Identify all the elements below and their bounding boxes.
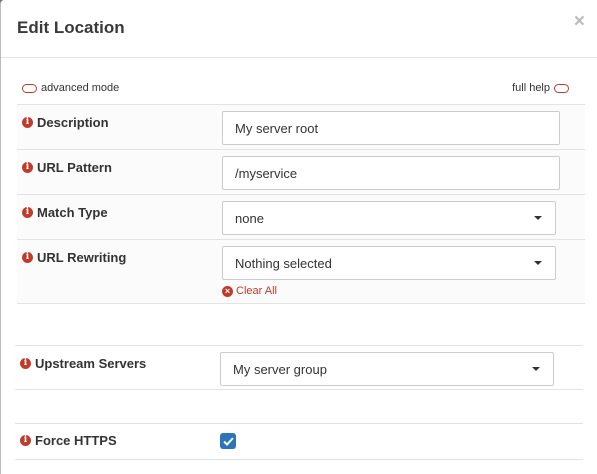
info-icon[interactable]: i [22,162,33,173]
modal-header: Edit Location × [1,0,597,58]
url-rewriting-select[interactable]: Nothing selected [222,246,556,280]
url-pattern-row: i URL Pattern /myservice [17,150,585,195]
x-circle-icon: × [222,285,233,297]
info-icon[interactable]: i [22,207,33,218]
caret-down-icon [534,216,542,220]
description-input[interactable]: My server root [222,111,560,145]
toggle-off-icon [22,83,37,93]
advanced-mode-label: advanced mode [41,82,120,94]
url-pattern-input[interactable]: /myservice [222,156,560,190]
upstream-servers-value: My server group [233,361,327,377]
url-rewriting-label: URL Rewriting [37,250,127,265]
match-type-label: Match Type [37,205,108,220]
description-row: i Description My server root [17,105,585,150]
force-https-row: i Force HTTPS [15,423,583,460]
info-icon[interactable]: i [20,358,31,369]
info-icon[interactable]: i [22,252,33,263]
info-icon[interactable]: i [20,435,31,446]
full-help-toggle[interactable]: full help [512,82,569,94]
edit-location-dialog: Edit Location × advanced mode full help … [0,0,597,474]
url-rewriting-value: Nothing selected [235,255,332,271]
advanced-mode-toggle[interactable]: advanced mode [22,82,119,94]
upstream-servers-label: Upstream Servers [35,356,147,371]
url-pattern-label-group: i URL Pattern [22,160,112,175]
description-label: Description [37,115,109,130]
full-help-label: full help [512,82,550,94]
caret-down-icon [534,261,542,265]
url-rewriting-label-group: i URL Rewriting [22,250,126,265]
form-table: advanced mode full help i Description My… [15,59,585,469]
upstream-servers-label-group: i Upstream Servers [20,356,146,371]
force-https-label: Force HTTPS [35,433,117,448]
upstream-servers-row: i Upstream Servers My server group [15,345,583,390]
match-type-value: none [235,210,264,226]
clear-all-link[interactable]: × Clear All [222,285,277,297]
force-https-checkbox[interactable] [220,433,236,449]
match-type-select[interactable]: none [222,201,556,235]
match-type-label-group: i Match Type [22,205,108,220]
force-https-label-group: i Force HTTPS [20,433,117,448]
modal-title: Edit Location [17,18,125,37]
match-type-row: i Match Type none [17,195,585,240]
close-icon[interactable]: × [574,12,585,31]
url-pattern-label: URL Pattern [37,160,112,175]
url-rewriting-row: i URL Rewriting Nothing selected × Clear… [17,240,585,304]
description-label-group: i Description [22,115,109,130]
toggle-off-icon [554,83,569,93]
upstream-servers-select[interactable]: My server group [220,352,554,386]
caret-down-icon [532,367,540,371]
check-icon [222,436,234,446]
info-icon[interactable]: i [22,117,33,128]
help-toggle-row: advanced mode full help [17,73,585,105]
clear-all-label: Clear All [236,285,277,297]
